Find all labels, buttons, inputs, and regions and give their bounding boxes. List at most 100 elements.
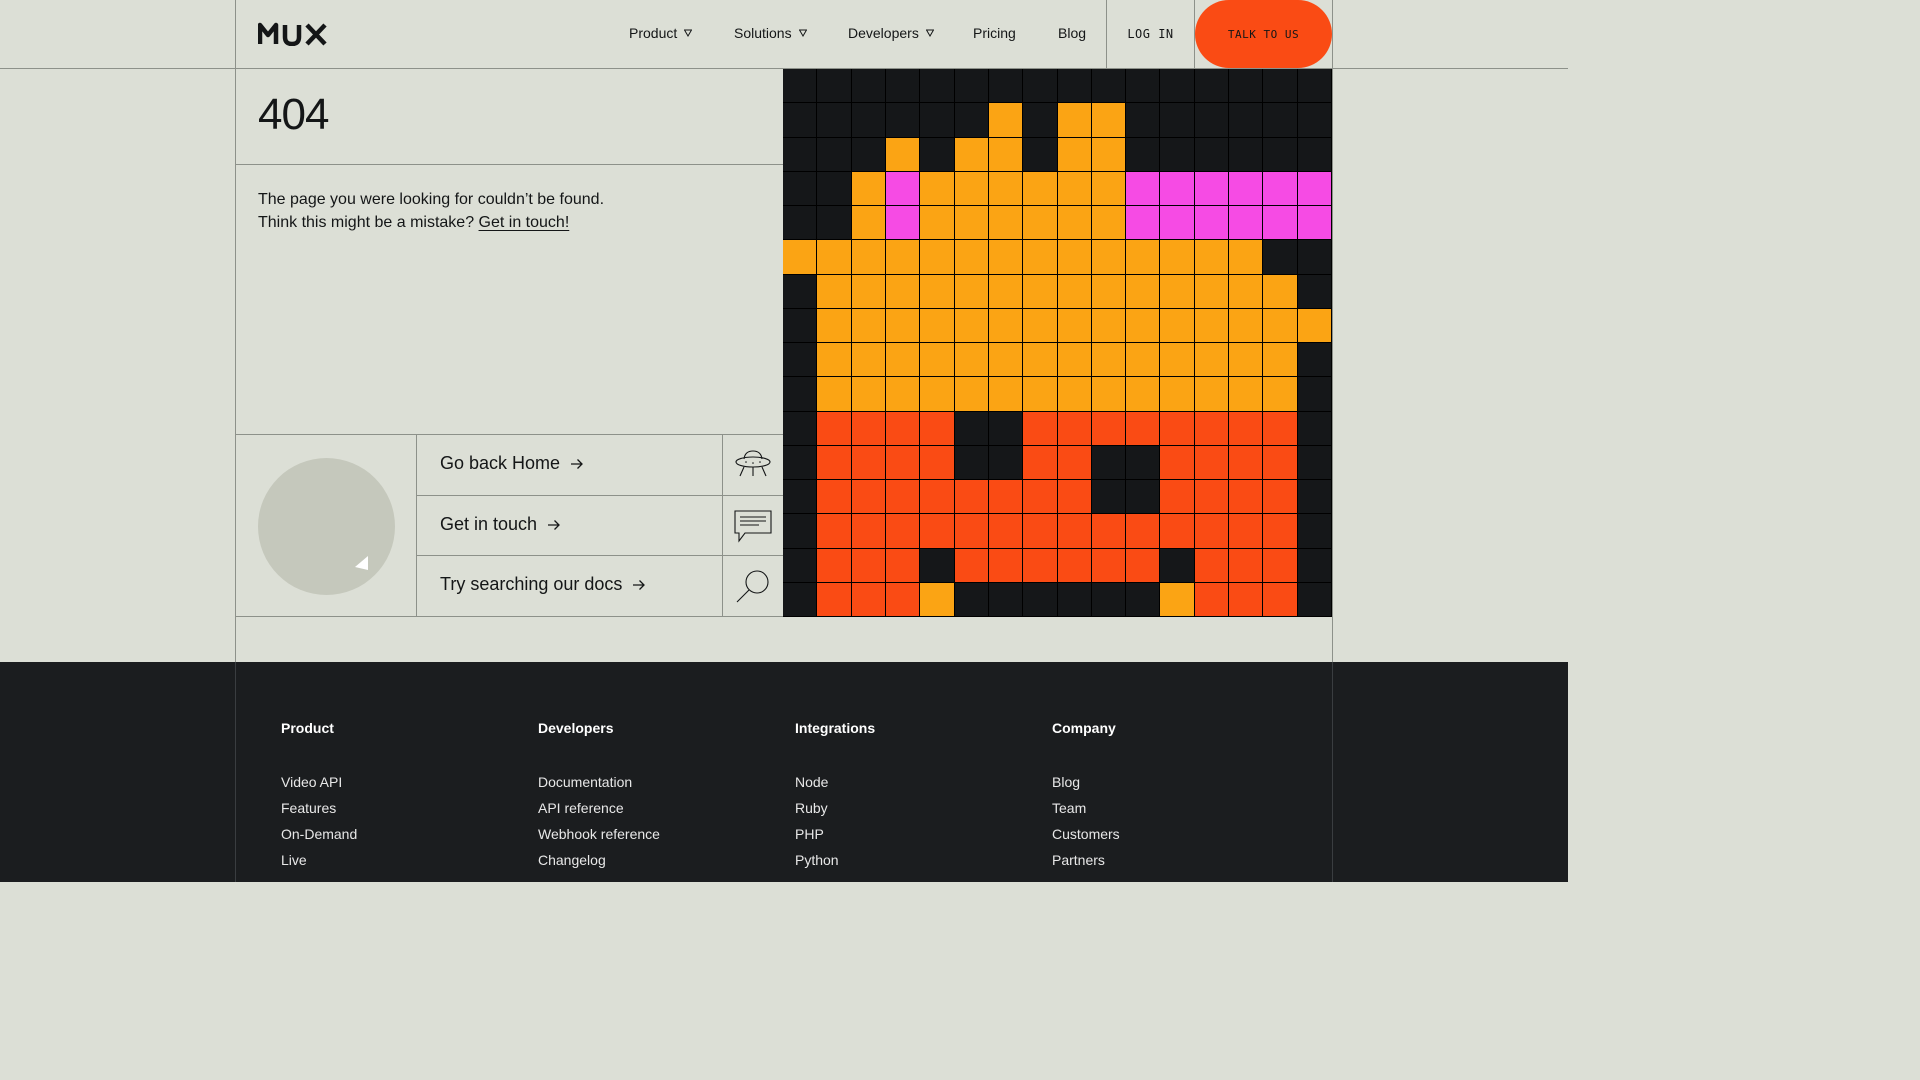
pixel-cell[interactable] [783,343,818,378]
pixel-cell[interactable] [1126,411,1161,446]
pixel-cell[interactable] [988,514,1024,549]
pixel-cell[interactable] [1229,480,1264,515]
footer-link[interactable]: Ruby [795,795,875,821]
pixel-cell[interactable] [1023,377,1058,412]
pixel-cell[interactable] [988,411,1024,446]
pixel-cell[interactable] [954,548,989,583]
pixel-cell[interactable] [1057,514,1092,549]
pixel-cell[interactable] [1160,445,1195,480]
pixel-cell[interactable] [817,308,852,343]
pixel-cell[interactable] [988,343,1024,378]
pixel-cell[interactable] [1023,480,1058,515]
pixel-cell[interactable] [1091,514,1127,549]
pixel-cell[interactable] [1297,103,1332,138]
pixel-cell[interactable] [1297,171,1332,206]
pixel-cell[interactable] [851,411,886,446]
pixel-cell[interactable] [851,171,886,206]
pixel-cell[interactable] [988,137,1024,172]
pixel-cell[interactable] [920,274,955,309]
pixel-cell[interactable] [988,548,1024,583]
chat-bubble-icon[interactable] [731,506,775,546]
pixel-cell[interactable] [851,445,886,480]
pixel-cell[interactable] [851,343,886,378]
pixel-cell[interactable] [1023,514,1058,549]
pixel-cell[interactable] [817,274,852,309]
pixel-cell[interactable] [1194,240,1230,275]
footer-link[interactable]: On-Demand [281,821,357,847]
pixel-cell[interactable] [885,377,921,412]
pixel-cell[interactable] [783,480,818,515]
footer-link[interactable]: API reference [538,795,660,821]
pixel-cell[interactable] [1160,103,1195,138]
pixel-cell[interactable] [885,171,921,206]
pixel-cell[interactable] [1126,137,1161,172]
pixel-cell[interactable] [1091,103,1127,138]
pixel-cell[interactable] [1023,548,1058,583]
pixel-cell[interactable] [1229,240,1264,275]
pixel-cell[interactable] [783,240,818,275]
pixel-cell[interactable] [783,171,818,206]
pixel-cell[interactable] [1297,69,1332,104]
pixel-cell[interactable] [988,171,1024,206]
pixel-cell[interactable] [1194,69,1230,104]
footer-link[interactable]: Webhook reference [538,821,660,847]
pixel-cell[interactable] [1263,103,1298,138]
footer-link[interactable]: Features [281,795,357,821]
pixel-cell[interactable] [783,137,818,172]
pixel-cell[interactable] [920,69,955,104]
pixel-cell[interactable] [988,240,1024,275]
pixel-cell[interactable] [851,377,886,412]
pixel-cell[interactable] [954,582,989,617]
pixel-cell[interactable] [1229,274,1264,309]
pixel-cell[interactable] [1229,206,1264,241]
pixel-cell[interactable] [851,582,886,617]
pixel-cell[interactable] [1023,582,1058,617]
pixel-cell[interactable] [988,206,1024,241]
pixel-cell[interactable] [988,69,1024,104]
pixel-cell[interactable] [1160,274,1195,309]
pixel-cell[interactable] [851,69,886,104]
pixel-cell[interactable] [1023,240,1058,275]
pixel-cell[interactable] [1126,171,1161,206]
pixel-cell[interactable] [988,103,1024,138]
pixel-cell[interactable] [954,411,989,446]
pixel-cell[interactable] [920,240,955,275]
pixel-cell[interactable] [783,206,818,241]
pixel-cell[interactable] [920,206,955,241]
pixel-cell[interactable] [1194,582,1230,617]
pixel-cell[interactable] [1297,480,1332,515]
pixel-cell[interactable] [1194,343,1230,378]
pixel-cell[interactable] [988,480,1024,515]
pixel-cell[interactable] [1160,343,1195,378]
pixel-cell[interactable] [885,411,921,446]
pixel-cell[interactable] [920,377,955,412]
pixel-cell[interactable] [1126,514,1161,549]
pixel-cell[interactable] [1091,480,1127,515]
pixel-cell[interactable] [1057,480,1092,515]
pixel-cell[interactable] [1160,377,1195,412]
pixel-cell[interactable] [1194,103,1230,138]
pixel-cell[interactable] [954,171,989,206]
pixel-cell[interactable] [1263,343,1298,378]
pixel-cell[interactable] [1057,582,1092,617]
pixel-cell[interactable] [851,514,886,549]
pixel-cell[interactable] [920,480,955,515]
footer-link[interactable]: Documentation [538,769,660,795]
pixel-cell[interactable] [1160,206,1195,241]
pixel-cell[interactable] [817,582,852,617]
footer-link[interactable]: Changelog [538,847,660,873]
pixel-cell[interactable] [1126,240,1161,275]
footer-link[interactable]: PHP [795,821,875,847]
pixel-cell[interactable] [783,548,818,583]
pixel-cell[interactable] [817,514,852,549]
magnifier-icon[interactable] [731,567,775,607]
pixel-cell[interactable] [1263,69,1298,104]
pixel-cell[interactable] [954,240,989,275]
pixel-cell[interactable] [1023,411,1058,446]
pixel-cell[interactable] [920,411,955,446]
pixel-cell[interactable] [1057,240,1092,275]
pixel-cell[interactable] [1126,582,1161,617]
pixel-cell[interactable] [1057,343,1092,378]
pixel-cell[interactable] [851,137,886,172]
pixel-cell[interactable] [954,137,989,172]
